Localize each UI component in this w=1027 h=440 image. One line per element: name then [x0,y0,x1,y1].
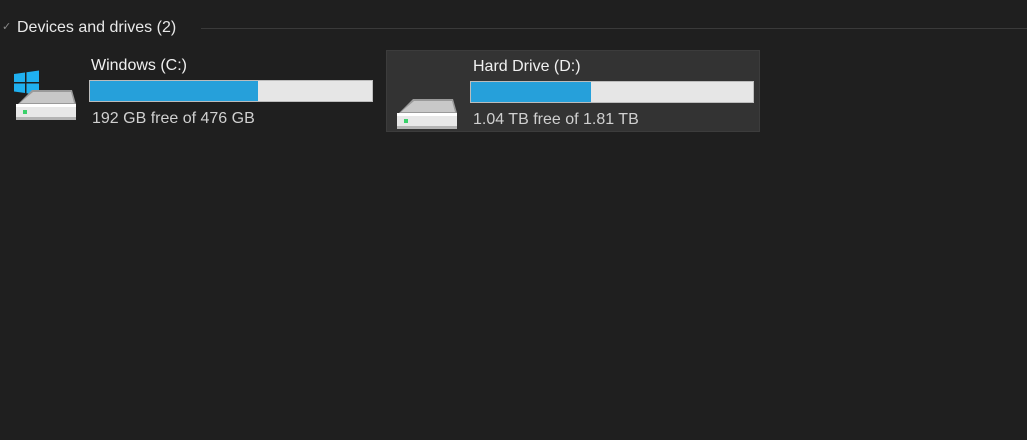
devices-group-header[interactable]: ✓ Devices and drives (2) [0,16,1027,42]
drive-space-text: 1.04 TB free of 1.81 TB [473,111,639,128]
chevron-down-icon[interactable]: ✓ [2,21,11,33]
usage-bar [89,80,373,102]
group-divider [201,28,1027,29]
drive-name: Hard Drive (D:) [473,58,581,75]
drive-tile-d[interactable]: Hard Drive (D:) 1.04 TB free of 1.81 TB [386,50,760,132]
drive-space-text: 192 GB free of 476 GB [92,110,255,127]
hard-drive-icon [397,99,457,129]
usage-fill [90,81,259,101]
group-title: Devices and drives (2) [17,19,177,36]
usage-fill [471,82,591,102]
drive-tile-c[interactable]: Windows (C:) 192 GB free of 476 GB [0,50,374,132]
usage-bar [470,81,754,103]
drive-name: Windows (C:) [91,57,188,74]
windows-drive-icon [14,70,76,120]
